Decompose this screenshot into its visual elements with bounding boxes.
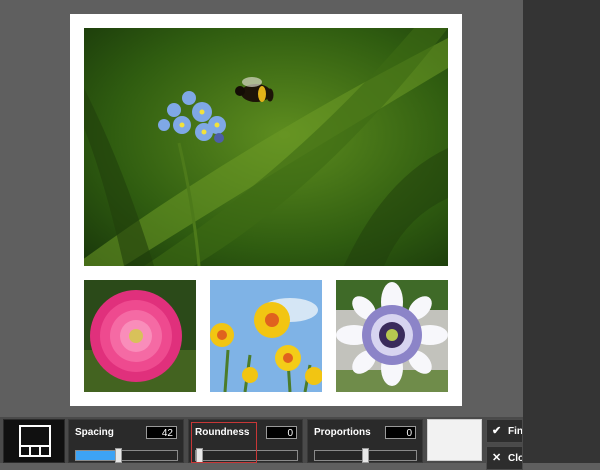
close-button[interactable]: ✕ Clo [486, 446, 523, 470]
roundness-label: Roundness [195, 427, 250, 438]
spacing-slider[interactable] [75, 448, 178, 463]
checkmark-icon: ✔ [492, 425, 502, 437]
close-button-label: Clo [508, 453, 523, 464]
proportions-label: Proportions [314, 427, 371, 438]
collage-photo-daffodils[interactable] [210, 280, 322, 392]
spacing-slider-thumb[interactable] [115, 448, 122, 463]
right-panel [523, 0, 600, 463]
roundness-slider-thumb[interactable] [196, 448, 203, 463]
background-color-swatch[interactable] [427, 419, 482, 461]
collage-layout-icon [19, 425, 51, 457]
collage-photo-bee-forget-me-not[interactable] [84, 28, 448, 266]
proportions-slider-thumb[interactable] [362, 448, 369, 463]
finish-button-label: Fin [508, 426, 523, 437]
close-icon: ✕ [492, 452, 502, 464]
spacing-value-field[interactable]: 42 [146, 426, 177, 439]
roundness-value-field[interactable]: 0 [266, 426, 297, 439]
spacing-slider-fill [76, 451, 118, 460]
proportions-control: Proportions 0 [307, 419, 423, 463]
proportions-slider[interactable] [314, 448, 417, 463]
finish-button[interactable]: ✔ Fin [486, 419, 523, 443]
spacing-label: Spacing [75, 427, 114, 438]
proportions-value-field[interactable]: 0 [385, 426, 416, 439]
layout-picker-button[interactable] [3, 419, 65, 463]
spacing-control: Spacing 42 [68, 419, 184, 463]
roundness-control: Roundness 0 [188, 419, 303, 463]
collage-canvas [70, 14, 462, 406]
roundness-slider[interactable] [195, 448, 298, 463]
collage-photo-pink-dahlia[interactable] [84, 280, 196, 392]
collage-photo-passion-flower[interactable] [336, 280, 448, 392]
